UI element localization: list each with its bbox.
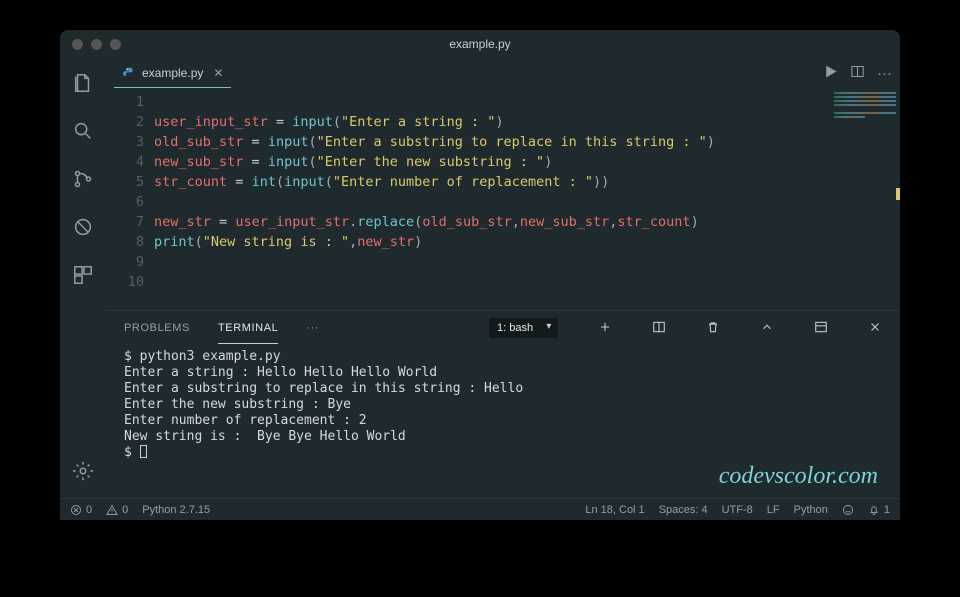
code-editor[interactable]: 1 2 3 4 5 6 7 8 9 10 user_input_str = in… [106,88,900,310]
search-icon[interactable] [72,120,94,146]
tab-filename: example.py [142,66,203,80]
status-encoding[interactable]: UTF-8 [722,504,753,516]
run-icon[interactable] [823,64,838,82]
code-content[interactable]: user_input_str = input("Enter a string :… [154,88,830,310]
status-bar: 0 0 Python 2.7.15 Ln 18, Col 1 Spaces: 4… [60,498,900,520]
traffic-lights [72,39,121,50]
activity-bar [60,58,106,498]
minimize-dot[interactable] [91,39,102,50]
status-notifications[interactable]: 1 [868,504,890,516]
python-file-icon [122,66,136,80]
warning-icon [106,504,118,516]
editor-tabs: example.py ✕ ··· [106,58,900,88]
problems-tab[interactable]: PROBLEMS [124,313,190,343]
settings-gear-icon[interactable] [72,460,94,486]
panel-more-icon[interactable]: ··· [306,313,319,343]
debug-icon[interactable] [72,216,94,242]
terminal-cursor [140,445,147,458]
file-tab[interactable]: example.py ✕ [114,58,231,88]
editor-window: example.py [60,30,900,520]
status-feedback-icon[interactable] [842,504,854,516]
more-actions-icon[interactable]: ··· [877,65,892,82]
status-python-version[interactable]: Python 2.7.15 [142,504,210,516]
kill-terminal-icon[interactable] [706,320,720,337]
close-tab-icon[interactable]: ✕ [213,66,223,80]
status-indentation[interactable]: Spaces: 4 [659,504,708,516]
split-editor-icon[interactable] [850,64,865,82]
zoom-dot[interactable] [110,39,121,50]
status-language[interactable]: Python [794,504,828,516]
close-panel-icon[interactable] [868,320,882,337]
new-terminal-icon[interactable] [598,320,612,337]
close-dot[interactable] [72,39,83,50]
terminal-tab[interactable]: TERMINAL [218,313,278,344]
status-errors[interactable]: 0 [70,504,92,516]
status-warnings[interactable]: 0 [106,504,128,516]
window-title: example.py [449,37,510,51]
chevron-up-icon[interactable] [760,320,774,337]
titlebar: example.py [60,30,900,58]
status-eol[interactable]: LF [767,504,780,516]
minimap[interactable] [830,88,900,310]
maximize-panel-icon[interactable] [814,320,828,337]
smiley-icon [842,504,854,516]
watermark: codevscolor.com [719,463,878,490]
explorer-icon[interactable] [72,72,94,98]
panel-tabs: PROBLEMS TERMINAL ··· 1: bash [106,311,900,345]
extensions-icon[interactable] [72,264,94,290]
error-icon [70,504,82,516]
status-cursor-position[interactable]: Ln 18, Col 1 [585,504,644,516]
terminal-selector[interactable]: 1: bash [489,318,558,338]
source-control-icon[interactable] [72,168,94,194]
bell-icon [868,504,880,516]
split-terminal-icon[interactable] [652,320,666,337]
line-gutter: 1 2 3 4 5 6 7 8 9 10 [106,88,154,310]
